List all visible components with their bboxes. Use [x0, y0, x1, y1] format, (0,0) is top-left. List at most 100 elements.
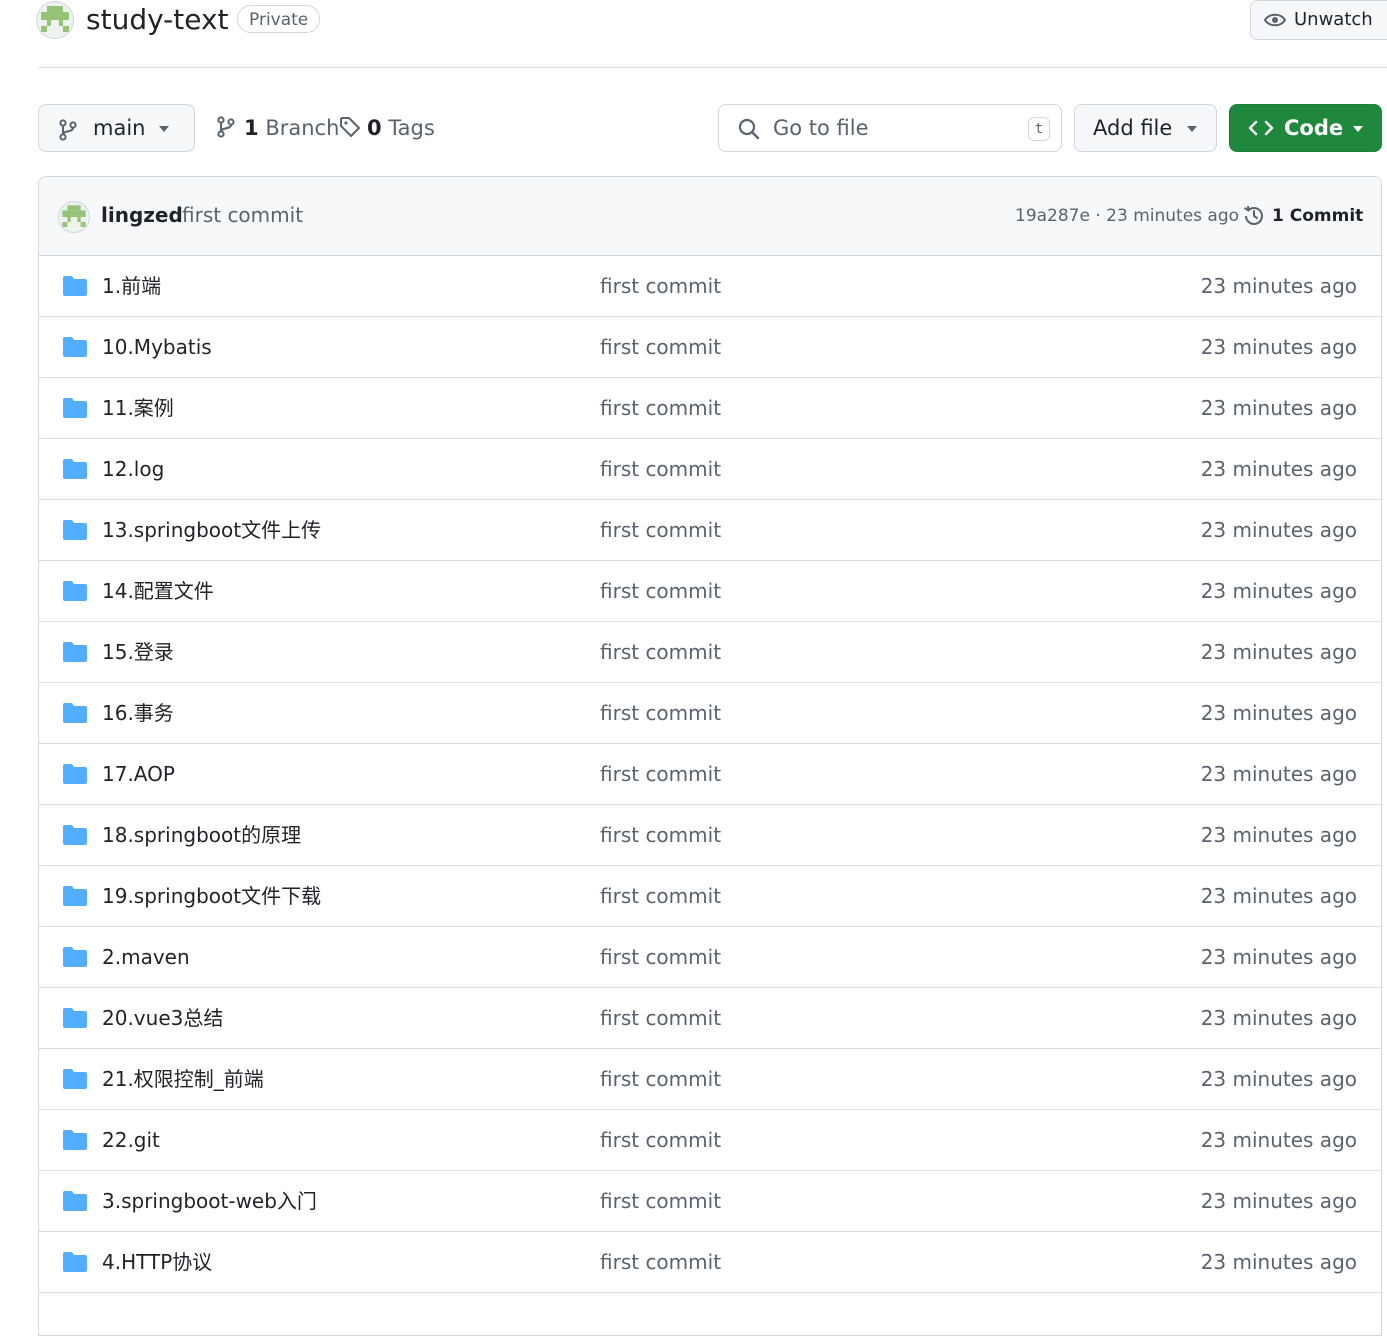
search-placeholder: Go to file [773, 116, 869, 140]
folder-icon [63, 947, 87, 967]
file-commit-time: 23 minutes ago [1200, 884, 1357, 908]
file-commit-message[interactable]: first commit [600, 988, 721, 1048]
file-name[interactable]: 2.maven [102, 927, 190, 987]
file-commit-message[interactable]: first commit [600, 927, 721, 987]
repo-owner-avatar[interactable] [36, 1, 74, 39]
code-button[interactable]: Code [1229, 104, 1382, 152]
file-row[interactable]: 14.配置文件 first commit 23 minutes ago [39, 561, 1381, 622]
git-branch-icon [59, 119, 77, 141]
commit-count: 1 Commit [1272, 206, 1364, 226]
commit-author[interactable]: lingzed [101, 203, 183, 227]
file-name[interactable]: 14.配置文件 [102, 561, 214, 621]
file-row[interactable]: 21.权限控制_前端 first commit 23 minutes ago [39, 1049, 1381, 1110]
folder-icon [63, 276, 87, 296]
commit-message[interactable]: first commit [182, 203, 303, 227]
file-commit-time: 23 minutes ago [1200, 1250, 1357, 1274]
tags-link[interactable]: 0 Tags [339, 104, 439, 152]
history-icon [1243, 205, 1263, 225]
folder-icon [63, 764, 87, 784]
go-to-file-input[interactable]: Go to file t [718, 104, 1062, 152]
branch-name: main [93, 116, 146, 140]
file-name[interactable]: 18.springboot的原理 [102, 805, 301, 865]
latest-commit-bar: lingzed first commit 19a287e · 23 minute… [39, 177, 1381, 256]
file-name[interactable]: 20.vue3总结 [102, 988, 223, 1048]
unwatch-button[interactable]: Unwatch [1250, 0, 1387, 40]
unwatch-label: Unwatch [1294, 9, 1373, 30]
code-icon [1248, 120, 1274, 136]
branches-text: 1 Branch [244, 104, 339, 152]
file-commit-message[interactable]: first commit [600, 1232, 721, 1292]
folder-icon [63, 1191, 87, 1211]
file-name[interactable]: 15.登录 [102, 622, 174, 682]
file-commit-message[interactable]: first commit [600, 622, 721, 682]
file-commit-message[interactable]: first commit [600, 1049, 721, 1109]
commit-hash-time[interactable]: 19a287e · 23 minutes ago [1015, 206, 1239, 226]
file-row[interactable]: 20.vue3总结 first commit 23 minutes ago [39, 988, 1381, 1049]
folder-icon [63, 1130, 87, 1150]
file-name[interactable]: 12.log [102, 439, 164, 499]
file-name[interactable]: 11.案例 [102, 378, 174, 438]
file-name[interactable]: 16.事务 [102, 683, 174, 743]
branch-selector[interactable]: main [38, 104, 195, 152]
file-commit-message[interactable]: first commit [600, 1171, 721, 1231]
folder-icon [63, 459, 87, 479]
file-name[interactable]: 3.springboot-web入门 [102, 1171, 317, 1231]
header-divider [38, 67, 1387, 68]
file-commit-message[interactable]: first commit [600, 500, 721, 560]
file-commit-time: 23 minutes ago [1200, 762, 1357, 786]
file-name[interactable]: 21.权限控制_前端 [102, 1049, 264, 1109]
file-row[interactable]: 17.AOP first commit 23 minutes ago [39, 744, 1381, 805]
file-commit-time: 23 minutes ago [1200, 274, 1357, 298]
branches-label: Branch [265, 116, 340, 140]
file-name[interactable]: 10.Mybatis [102, 317, 212, 377]
folder-icon [63, 1069, 87, 1089]
folder-icon [63, 886, 87, 906]
identicon-icon [62, 205, 86, 227]
file-commit-time: 23 minutes ago [1200, 579, 1357, 603]
file-name[interactable]: 19.springboot文件下载 [102, 866, 321, 926]
branches-link[interactable]: 1 Branch [216, 104, 339, 152]
file-row[interactable]: 22.git first commit 23 minutes ago [39, 1110, 1381, 1171]
repo-name[interactable]: study-text [86, 2, 229, 38]
folder-icon [63, 703, 87, 723]
tags-text: 0 Tags [367, 104, 435, 152]
folder-icon [63, 337, 87, 357]
file-commit-message[interactable]: first commit [600, 805, 721, 865]
file-commit-message[interactable]: first commit [600, 317, 721, 377]
file-name[interactable]: 22.git [102, 1110, 160, 1170]
file-commit-time: 23 minutes ago [1200, 1006, 1357, 1030]
file-commit-message[interactable]: first commit [600, 683, 721, 743]
file-row[interactable]: 12.log first commit 23 minutes ago [39, 439, 1381, 500]
commit-author-avatar[interactable] [58, 201, 90, 233]
file-row[interactable]: 10.Mybatis first commit 23 minutes ago [39, 317, 1381, 378]
file-row[interactable]: 13.springboot文件上传 first commit 23 minutes … [39, 500, 1381, 561]
add-file-button[interactable]: Add file [1074, 104, 1217, 152]
file-commit-message[interactable]: first commit [600, 439, 721, 499]
file-name[interactable]: 17.AOP [102, 744, 175, 804]
file-row[interactable]: 15.登录 first commit 23 minutes ago [39, 622, 1381, 683]
folder-icon [63, 1008, 87, 1028]
file-commit-message[interactable]: first commit [600, 744, 721, 804]
file-commit-message[interactable]: first commit [600, 256, 721, 316]
file-name[interactable]: 13.springboot文件上传 [102, 500, 321, 560]
tags-count: 0 [367, 116, 382, 140]
file-row[interactable]: 1.前端 first commit 23 minutes ago [39, 256, 1381, 317]
file-commit-message[interactable]: first commit [600, 561, 721, 621]
file-row[interactable]: 18.springboot的原理 first commit 23 minutes a… [39, 805, 1381, 866]
file-name[interactable]: 4.HTTP协议 [102, 1232, 212, 1292]
file-row[interactable]: 11.案例 first commit 23 minutes ago [39, 378, 1381, 439]
file-row[interactable]: 2.maven first commit 23 minutes ago [39, 927, 1381, 988]
file-commit-message[interactable]: first commit [600, 866, 721, 926]
repo-toolbar: main 1 Branch 0 Tags Go to file t Add fi… [0, 104, 1387, 152]
code-label: Code [1284, 116, 1344, 140]
file-commit-message[interactable]: first commit [600, 378, 721, 438]
file-commit-time: 23 minutes ago [1200, 1189, 1357, 1213]
file-commit-time: 23 minutes ago [1200, 640, 1357, 664]
file-row[interactable]: 4.HTTP协议 first commit 23 minutes ago [39, 1232, 1381, 1293]
file-name[interactable]: 1.前端 [102, 256, 161, 316]
file-row[interactable]: 3.springboot-web入门 first commit 23 minutes… [39, 1171, 1381, 1232]
file-row[interactable]: 19.springboot文件下载 first commit 23 minutes … [39, 866, 1381, 927]
file-row[interactable]: 16.事务 first commit 23 minutes ago [39, 683, 1381, 744]
eye-icon [1264, 13, 1286, 27]
file-commit-message[interactable]: first commit [600, 1110, 721, 1170]
